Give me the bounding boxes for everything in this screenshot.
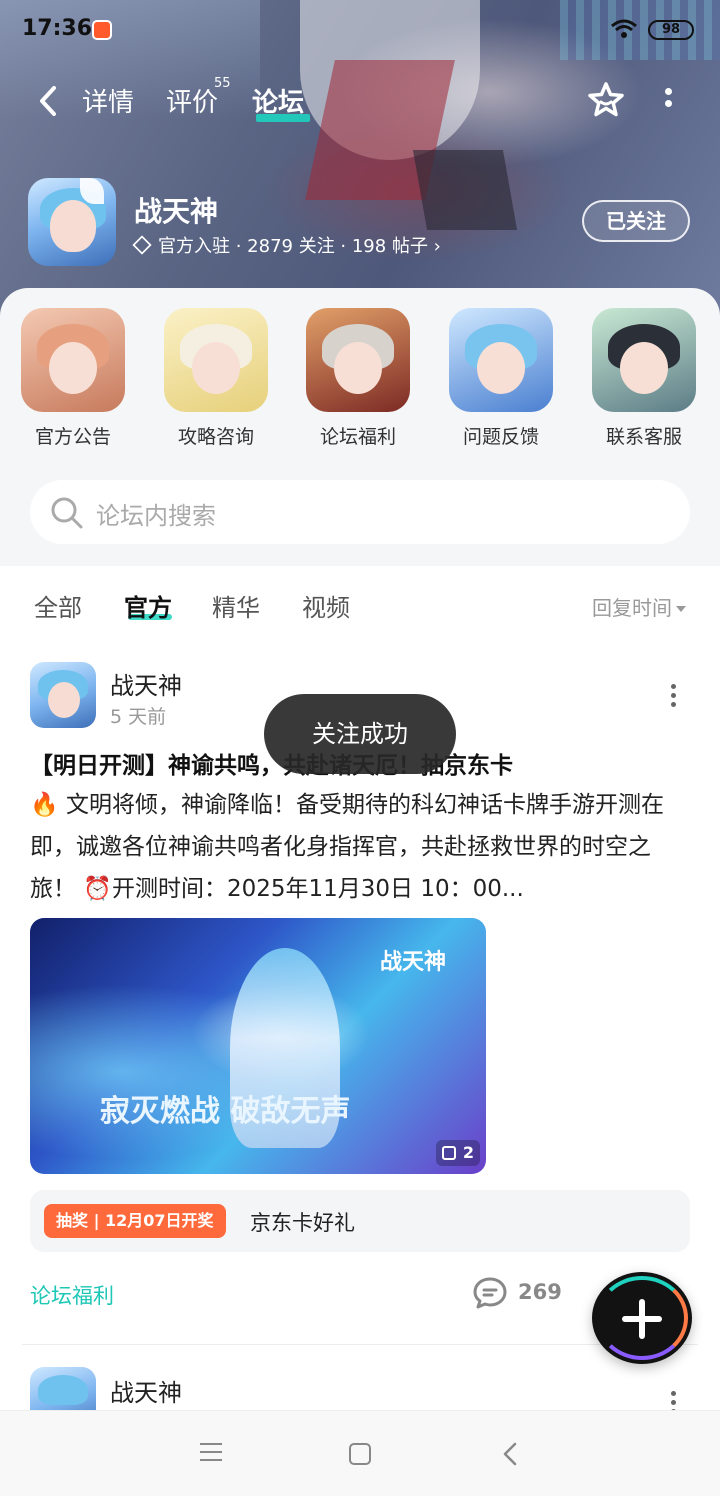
- post-more-icon[interactable]: [668, 684, 678, 710]
- avatar[interactable]: [30, 662, 96, 728]
- post-filter-bar: 全部 官方 精华 视频 回复时间: [0, 566, 720, 644]
- notification-app-icon: [92, 20, 112, 40]
- game-name: 战天神: [134, 195, 219, 228]
- shortcut-official-announcement[interactable]: 官方公告: [13, 308, 133, 449]
- shortcut-feedback[interactable]: 问题反馈: [441, 308, 561, 449]
- verified-diamond-icon: [132, 235, 152, 255]
- post-author[interactable]: 战天神: [110, 1373, 182, 1408]
- post-category-link[interactable]: 论坛福利: [30, 1280, 114, 1310]
- star-icon[interactable]: [586, 80, 626, 120]
- image-icon: [442, 1146, 456, 1160]
- status-time: 17:36: [22, 16, 93, 41]
- back-arrow-icon[interactable]: [36, 84, 60, 118]
- game-meta-text: 官方入驻 · 2879 关注 · 198 帖子 ›: [158, 236, 441, 257]
- post-body[interactable]: 🔥 文明将倾，神谕降临！备受期待的科幻神话卡牌手游开测在即，诚邀各位神谕共鸣者化…: [30, 784, 690, 910]
- top-navigation: 详情 评价 55 论坛: [0, 76, 720, 126]
- tab-detail[interactable]: 详情: [82, 82, 134, 119]
- battery-icon: 98: [648, 20, 694, 40]
- shortcut-label: 问题反馈: [462, 426, 539, 448]
- lottery-tag: 抽奖 | 12月07日开奖: [44, 1204, 226, 1238]
- search-placeholder: 论坛内搜索: [96, 502, 216, 530]
- shortcut-thumbnail: [449, 308, 553, 412]
- game-banner: 17:36 98 详情 评价 55 论坛 战天神 官方入驻 · 2879 关注 …: [0, 0, 720, 330]
- post-time: 5 天前: [110, 706, 167, 728]
- status-bar: 17:36 98: [0, 0, 720, 60]
- comment-icon[interactable]: [472, 1276, 508, 1310]
- post-author[interactable]: 战天神: [110, 666, 182, 701]
- filter-tab-featured[interactable]: 精华: [212, 588, 260, 623]
- shortcut-thumbnail: [306, 308, 410, 412]
- filter-tab-video[interactable]: 视频: [302, 588, 350, 623]
- lottery-prize: 京东卡好礼: [250, 1211, 355, 1235]
- plus-icon: [639, 1299, 645, 1339]
- comment-count: 269: [518, 1280, 562, 1304]
- sort-label: 回复时间: [592, 596, 672, 620]
- shortcut-customer-service[interactable]: 联系客服: [584, 308, 704, 449]
- filter-tab-official[interactable]: 官方: [124, 588, 172, 623]
- wifi-icon: [611, 19, 637, 38]
- shortcut-grid: 官方公告 攻略咨询 论坛福利 问题反馈 联系客服: [0, 308, 720, 458]
- follow-button[interactable]: 已关注: [582, 200, 690, 242]
- game-meta[interactable]: 官方入驻 · 2879 关注 · 198 帖子 ›: [132, 232, 441, 258]
- create-post-button[interactable]: [592, 1272, 692, 1364]
- shortcut-thumbnail: [592, 308, 696, 412]
- sort-dropdown[interactable]: 回复时间: [592, 592, 686, 621]
- shortcut-label: 联系客服: [605, 426, 682, 448]
- post-image[interactable]: 战天神 寂灭燃战 破敌无声 2: [30, 918, 486, 1174]
- shortcut-strategy[interactable]: 攻略咨询: [156, 308, 276, 449]
- caret-down-icon: [676, 606, 686, 612]
- home-icon[interactable]: [349, 1443, 371, 1465]
- filter-tab-all[interactable]: 全部: [34, 588, 82, 623]
- image-slogan-text: 寂灭燃战 破敌无声: [100, 1094, 351, 1129]
- more-options-icon[interactable]: [662, 88, 674, 114]
- tab-forum[interactable]: 论坛: [252, 82, 304, 119]
- forum-search-input[interactable]: 论坛内搜索: [30, 480, 690, 544]
- image-brand-text: 战天神: [380, 950, 447, 975]
- shortcut-forum-benefits[interactable]: 论坛福利: [298, 308, 418, 449]
- game-info: 战天神 官方入驻 · 2879 关注 · 198 帖子 › 已关注: [28, 178, 708, 268]
- lottery-card[interactable]: 抽奖 | 12月07日开奖 京东卡好礼: [30, 1190, 690, 1252]
- shortcut-thumbnail: [21, 308, 125, 412]
- review-count-badge: 55: [214, 76, 231, 91]
- toast-message: 关注成功: [264, 694, 456, 774]
- shortcut-thumbnail: [164, 308, 268, 412]
- tab-review[interactable]: 评价: [166, 82, 218, 119]
- image-count-badge: 2: [436, 1140, 480, 1166]
- image-count: 2: [462, 1143, 474, 1162]
- shortcut-label: 攻略咨询: [177, 426, 254, 448]
- menu-icon[interactable]: [200, 1443, 222, 1463]
- search-icon: [51, 497, 83, 529]
- system-navigation-bar: [0, 1410, 720, 1496]
- game-avatar: [28, 178, 116, 266]
- shortcut-label: 论坛福利: [319, 426, 396, 448]
- back-icon[interactable]: [500, 1441, 520, 1467]
- shortcut-label: 官方公告: [34, 426, 111, 448]
- forum-panel: 官方公告 攻略咨询 论坛福利 问题反馈 联系客服 论坛内搜索: [0, 288, 720, 566]
